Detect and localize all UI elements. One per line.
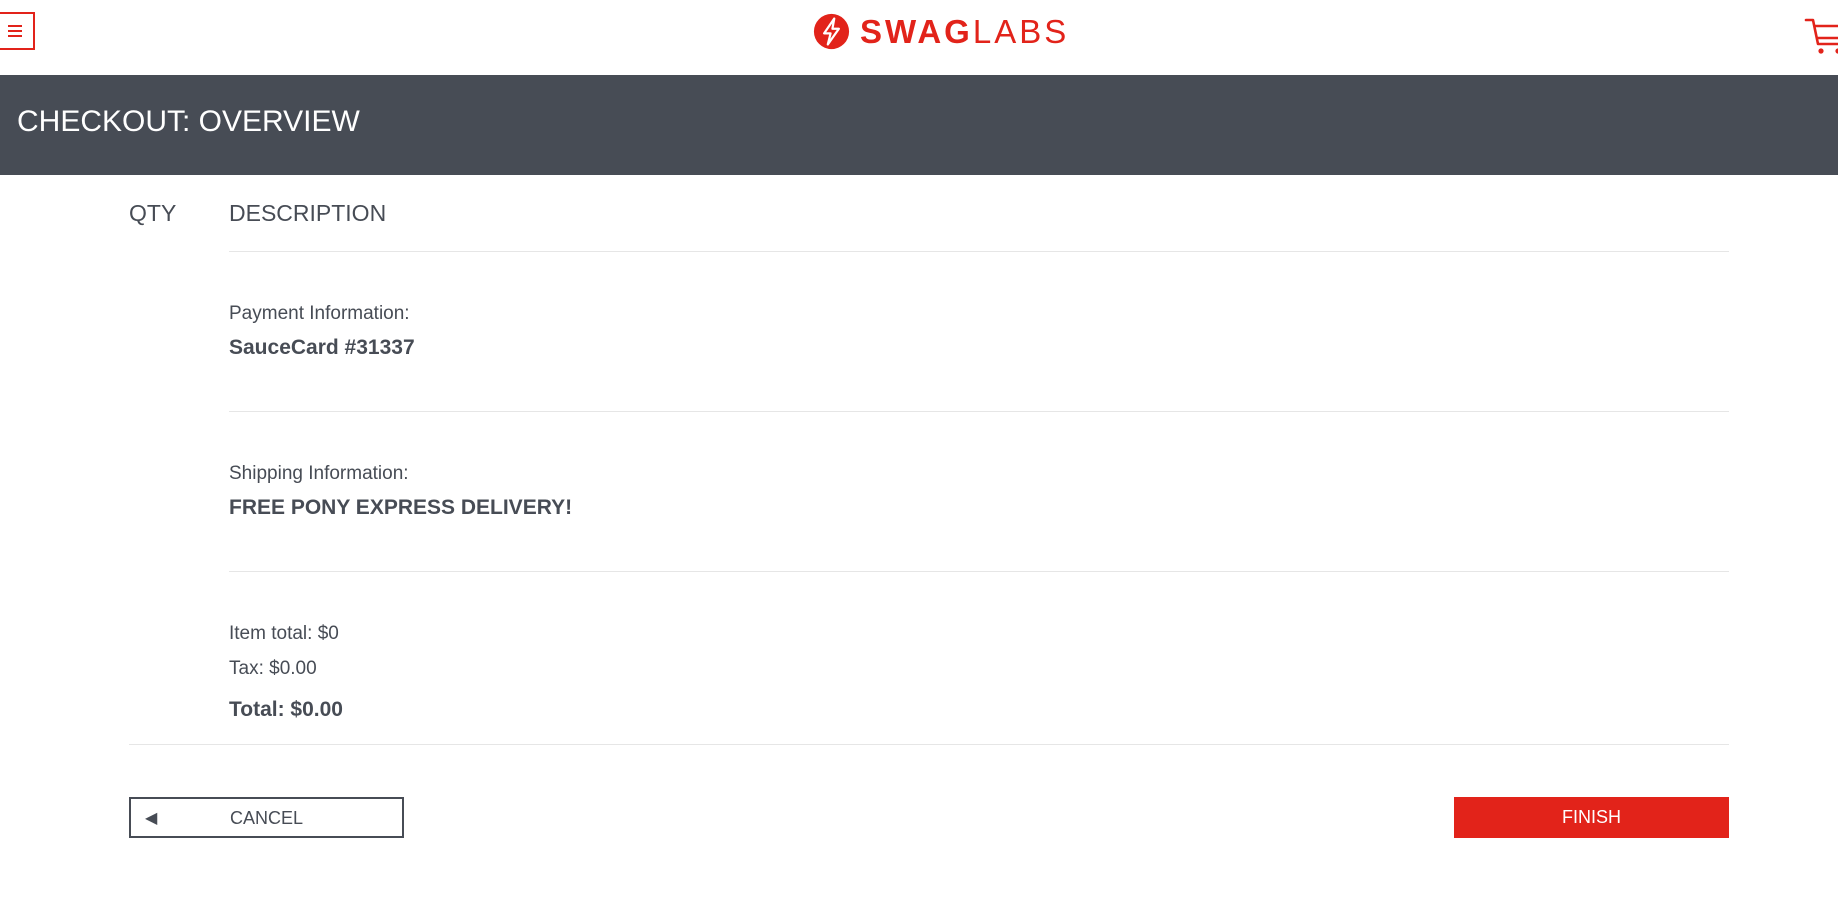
app-header: SWAGLABS xyxy=(0,0,1838,75)
shipping-info-value: FREE PONY EXPRESS DELIVERY! xyxy=(229,496,573,519)
menu-button[interactable] xyxy=(0,12,35,50)
qty-column-header: QTY xyxy=(129,200,177,226)
payment-info-value: SauceCard #31337 xyxy=(229,336,415,359)
shipping-info-label: Shipping Information: xyxy=(229,463,409,484)
tax-label: Tax: $0.00 xyxy=(229,658,317,679)
shopping-cart-icon xyxy=(1804,18,1838,54)
divider xyxy=(229,411,1729,412)
payment-info-label: Payment Information: xyxy=(229,303,410,324)
logo-text-light: LABS xyxy=(972,12,1070,50)
description-column-header: DESCRIPTION xyxy=(229,200,387,226)
page-title: CHECKOUT: OVERVIEW xyxy=(17,105,360,138)
hamburger-menu-icon xyxy=(7,25,22,37)
cancel-button[interactable]: ◀ CANCEL xyxy=(129,797,404,838)
swaglabs-bolt-icon xyxy=(813,13,850,49)
cancel-button-label: CANCEL xyxy=(229,808,304,828)
page-subheader: CHECKOUT: OVERVIEW xyxy=(0,75,1838,175)
item-total-label: Item total: $0 xyxy=(229,623,339,644)
finish-button[interactable]: FINISH xyxy=(1454,797,1729,838)
divider xyxy=(129,744,1729,745)
logo-text: SWAGLABS xyxy=(860,15,1069,48)
divider xyxy=(229,251,1729,252)
divider xyxy=(229,571,1729,572)
swag-labs-logo: SWAGLABS xyxy=(813,12,1069,50)
logo-text-strong: SWAG xyxy=(860,12,973,50)
shopping-cart-button[interactable] xyxy=(1804,12,1838,57)
total-label: Total: $0.00 xyxy=(229,698,343,721)
